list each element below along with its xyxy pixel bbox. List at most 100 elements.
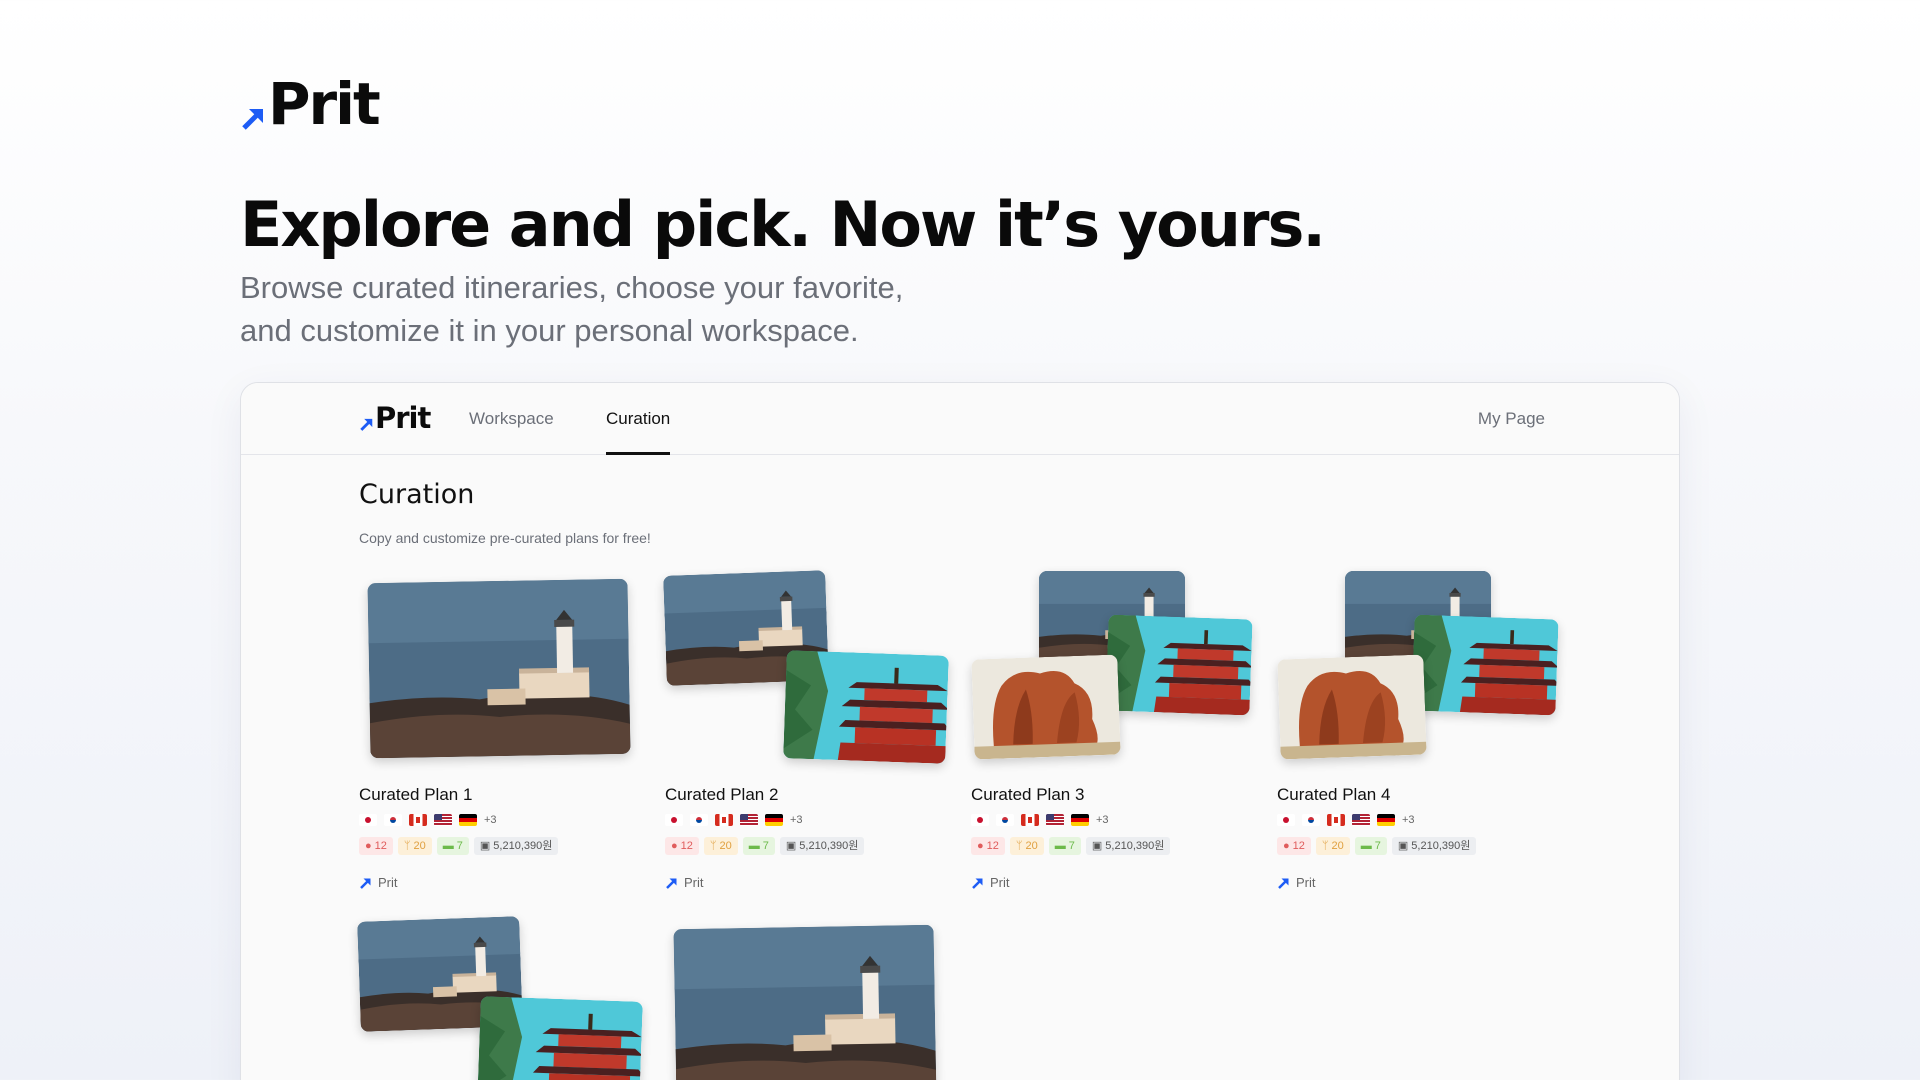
rock-photo — [1277, 654, 1426, 759]
tab-curation[interactable]: Curation — [606, 383, 671, 455]
plan-thumbnails — [665, 573, 955, 773]
money-icon: ▣ — [479, 840, 491, 852]
hero-subtitle: Browse curated itineraries, choose your … — [240, 266, 1000, 352]
plan-stats: ● 12 ᛘ 20 ▬ 7 ▣ 5,210,390원 — [665, 837, 955, 855]
plan-card[interactable]: Curated Plan 3 +3 ● 12 ᛘ 20 ▬ 7 ▣ 5,210,390원… — [971, 573, 1261, 890]
stays-chip: ▬ 7 — [1354, 837, 1387, 855]
more-countries: +3 — [790, 814, 803, 826]
logo-arrow-icon — [240, 104, 266, 130]
country-flags: +3 — [359, 813, 649, 827]
korea-flag-icon — [690, 814, 708, 826]
korea-flag-icon — [384, 814, 402, 826]
usa-flag-icon — [434, 814, 452, 826]
plan-card[interactable]: Curated Plan 2 +3 ● 12 ᛘ 20 ▬ 7 ▣ 5,210,390원… — [665, 573, 955, 890]
money-icon: ▣ — [1397, 840, 1409, 852]
more-countries: +3 — [1096, 814, 1109, 826]
budget-chip: ▣ 5,210,390원 — [1391, 837, 1477, 855]
plan-thumbnails — [1277, 573, 1567, 773]
utensils-icon: ᛘ — [1321, 840, 1329, 852]
logo-wordmark: Prit — [268, 70, 381, 138]
places-chip: ● 12 — [1277, 837, 1311, 855]
lighthouse-photo — [673, 925, 936, 1080]
bed-icon: ▬ — [442, 840, 454, 852]
places-chip: ● 12 — [665, 837, 699, 855]
plan-thumbnails — [359, 573, 649, 773]
plan-stats: ● 12 ᛘ 20 ▬ 7 ▣ 5,210,390원 — [1277, 837, 1567, 855]
usa-flag-icon — [1352, 814, 1370, 826]
japan-flag-icon — [971, 814, 989, 826]
restaurants-chip: ᛘ 20 — [1009, 837, 1044, 855]
places-chip: ● 12 — [971, 837, 1005, 855]
plan-title: Curated Plan 3 — [971, 785, 1085, 804]
plan-stats: ● 12 ᛘ 20 ▬ 7 ▣ 5,210,390원 — [359, 837, 649, 855]
plan-card[interactable]: Curated Plan 4 +3 ● 12 ᛘ 20 ▬ 7 ▣ 5,210,390원… — [1277, 573, 1567, 890]
map-pin-icon: ● — [977, 840, 984, 852]
stays-chip: ▬ 7 — [436, 837, 469, 855]
places-chip: ● 12 — [359, 837, 393, 855]
canada-flag-icon — [715, 814, 733, 826]
country-flags: +3 — [971, 813, 1261, 827]
map-pin-icon: ● — [365, 840, 372, 852]
budget-chip: ▣ 5,210,390원 — [1085, 837, 1171, 855]
plan-thumbnails — [971, 573, 1261, 773]
logo-arrow-icon — [359, 416, 374, 431]
japan-flag-icon — [1277, 814, 1295, 826]
korea-flag-icon — [1302, 814, 1320, 826]
germany-flag-icon — [765, 814, 783, 826]
usa-flag-icon — [740, 814, 758, 826]
hero-logo: Prit — [240, 70, 381, 138]
tab-workspace[interactable]: Workspace — [469, 383, 554, 455]
plan-author: Prit — [665, 875, 955, 890]
country-flags: +3 — [1277, 813, 1567, 827]
my-page-link[interactable]: My Page — [1478, 383, 1545, 455]
hero-title: Explore and pick. Now it’s yours. — [240, 188, 1326, 261]
page-title: Curation — [359, 479, 475, 510]
korea-flag-icon — [996, 814, 1014, 826]
pagoda-photo — [1105, 615, 1252, 716]
germany-flag-icon — [459, 814, 477, 826]
canada-flag-icon — [1327, 814, 1345, 826]
utensils-icon: ᛘ — [403, 840, 411, 852]
germany-flag-icon — [1377, 814, 1395, 826]
prit-logo-icon — [971, 876, 984, 889]
top-nav: Prit Workspace Curation My Page — [241, 383, 1679, 455]
japan-flag-icon — [665, 814, 683, 826]
japan-flag-icon — [359, 814, 377, 826]
more-countries: +3 — [484, 814, 497, 826]
money-icon: ▣ — [785, 840, 797, 852]
stays-chip: ▬ 7 — [742, 837, 775, 855]
rock-photo — [971, 654, 1120, 759]
plan-stats: ● 12 ᛘ 20 ▬ 7 ▣ 5,210,390원 — [971, 837, 1261, 855]
curation-content: Curation Copy and customize pre-curated … — [359, 479, 1579, 546]
prit-logo-icon — [1277, 876, 1290, 889]
lighthouse-photo — [367, 579, 630, 759]
bed-icon: ▬ — [1360, 840, 1372, 852]
plan-author: Prit — [1277, 875, 1567, 890]
plan-thumbnails — [359, 919, 649, 1080]
plan-card[interactable] — [359, 919, 649, 1080]
map-pin-icon: ● — [1283, 840, 1290, 852]
nav-logo-wordmark: Prit — [375, 401, 431, 435]
germany-flag-icon — [1071, 814, 1089, 826]
budget-chip: ▣ 5,210,390원 — [473, 837, 559, 855]
bed-icon: ▬ — [1054, 840, 1066, 852]
plan-card[interactable] — [665, 919, 955, 1080]
utensils-icon: ᛘ — [709, 840, 717, 852]
stays-chip: ▬ 7 — [1048, 837, 1081, 855]
hero-subtitle-line1: Browse curated itineraries, choose your … — [240, 270, 904, 305]
prit-logo-icon — [665, 876, 678, 889]
budget-chip: ▣ 5,210,390원 — [779, 837, 865, 855]
plan-author: Prit — [971, 875, 1261, 890]
money-icon: ▣ — [1091, 840, 1103, 852]
plan-card[interactable]: Curated Plan 1 +3 ● 12 ᛘ 20 ▬ 7 ▣ 5,210,390원… — [359, 573, 649, 890]
plan-title: Curated Plan 4 — [1277, 785, 1391, 804]
restaurants-chip: ᛘ 20 — [1315, 837, 1350, 855]
pagoda-photo — [1411, 615, 1558, 716]
canada-flag-icon — [1021, 814, 1039, 826]
pagoda-photo — [477, 996, 643, 1080]
map-pin-icon: ● — [671, 840, 678, 852]
prit-logo-icon — [359, 876, 372, 889]
restaurants-chip: ᛘ 20 — [703, 837, 738, 855]
page-subtitle: Copy and customize pre-curated plans for… — [359, 530, 651, 546]
nav-logo[interactable]: Prit — [359, 401, 431, 435]
